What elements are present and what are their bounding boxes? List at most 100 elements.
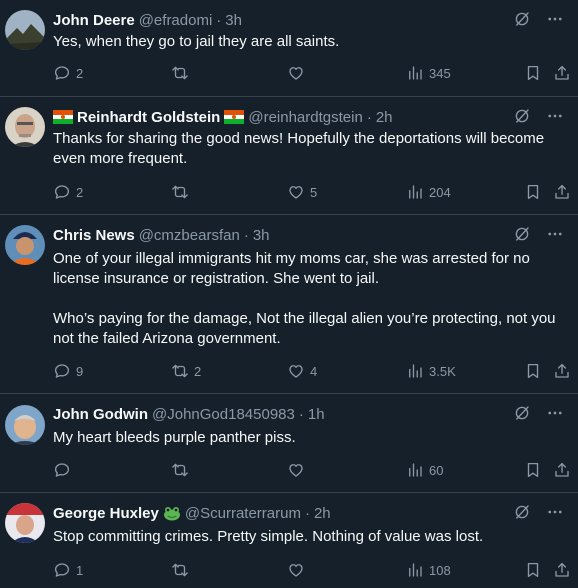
reply-count: 2 xyxy=(76,184,84,200)
like-button[interactable] xyxy=(287,63,310,83)
bookmark-icon xyxy=(527,562,539,578)
reply-icon xyxy=(54,66,70,80)
user-handle[interactable]: @efradomi xyxy=(139,12,213,29)
views-button[interactable]: 204 xyxy=(406,182,451,202)
timestamp[interactable]: 2h xyxy=(376,109,393,126)
user-handle[interactable]: @Scurraterrarum xyxy=(185,505,301,522)
user-handle[interactable]: @reinhardtgstein xyxy=(248,109,362,126)
more-icon[interactable] xyxy=(544,223,566,245)
grok-icon[interactable] xyxy=(511,501,533,523)
tweet-header: John Deere @efradomi · 3h xyxy=(53,10,242,30)
reply-button[interactable]: 1 xyxy=(53,560,83,580)
separator-dot: · xyxy=(304,504,310,522)
reply-button[interactable]: 2 xyxy=(53,182,83,202)
tweet-5[interactable]: George Huxley @Scurraterrarum · 2h Stop … xyxy=(0,493,578,588)
heart-icon xyxy=(289,186,303,199)
retweet-button[interactable] xyxy=(171,63,194,83)
user-handle[interactable]: @cmzbearsfan xyxy=(139,227,240,244)
share-button[interactable] xyxy=(553,63,571,83)
display-name[interactable]: John Godwin xyxy=(53,406,148,423)
bookmark-button[interactable] xyxy=(524,182,542,202)
views-icon xyxy=(409,463,422,477)
share-button[interactable] xyxy=(553,560,571,580)
grok-icon[interactable] xyxy=(511,223,533,245)
tweet-3[interactable]: Chris News @cmzbearsfan · 3h One of your… xyxy=(0,215,578,394)
user-handle[interactable]: @JohnGod18450983 xyxy=(152,406,295,423)
frog-icon xyxy=(163,505,181,521)
reply-icon xyxy=(54,563,70,577)
avatar[interactable] xyxy=(5,10,45,50)
display-name[interactable]: Reinhardt Goldstein xyxy=(77,109,220,126)
reply-button[interactable] xyxy=(53,460,76,480)
grok-icon[interactable] xyxy=(511,105,533,127)
reply-button[interactable]: 2 xyxy=(53,63,83,83)
views-icon xyxy=(409,563,422,577)
tweet-actions: 2 5 204 xyxy=(53,182,571,202)
bookmark-icon xyxy=(527,65,539,81)
bookmark-button[interactable] xyxy=(524,63,542,83)
tweet-text: One of your illegal immigrants hit my mo… xyxy=(53,250,556,347)
reply-button[interactable]: 9 xyxy=(53,361,83,381)
display-name[interactable]: John Deere xyxy=(53,12,135,29)
bookmark-button[interactable] xyxy=(524,361,542,381)
tweet-header: John Godwin @JohnGod18450983 · 1h xyxy=(53,404,325,424)
share-button[interactable] xyxy=(553,182,571,202)
avatar[interactable] xyxy=(5,225,45,265)
retweet-icon xyxy=(172,364,188,378)
more-icon[interactable] xyxy=(544,402,566,424)
avatar[interactable] xyxy=(5,405,45,445)
retweet-button[interactable] xyxy=(171,182,194,202)
views-button[interactable]: 60 xyxy=(406,460,443,480)
more-icon[interactable] xyxy=(544,501,566,523)
share-button[interactable] xyxy=(553,361,571,381)
retweet-button[interactable]: 2 xyxy=(171,361,201,381)
tweet-header: Chris News @cmzbearsfan · 3h xyxy=(53,225,270,245)
like-button[interactable]: 4 xyxy=(287,361,317,381)
views-button[interactable]: 3.5K xyxy=(406,361,456,381)
grok-icon[interactable] xyxy=(511,8,533,30)
reply-count: 1 xyxy=(76,562,84,578)
more-icon[interactable] xyxy=(544,105,566,127)
bookmark-icon xyxy=(527,363,539,379)
views-icon xyxy=(409,66,422,80)
retweet-icon xyxy=(172,66,188,80)
avatar[interactable] xyxy=(5,503,45,543)
like-button[interactable]: 5 xyxy=(287,182,317,202)
share-button[interactable] xyxy=(553,460,571,480)
separator-dot: · xyxy=(366,108,372,126)
views-icon xyxy=(409,185,422,199)
display-name[interactable]: Chris News xyxy=(53,227,135,244)
retweet-button[interactable] xyxy=(171,560,194,580)
retweet-icon xyxy=(172,463,188,477)
tweet-1[interactable]: John Deere @efradomi · 3h Yes, when they… xyxy=(0,0,578,97)
retweet-button[interactable] xyxy=(171,460,194,480)
views-count: 3.5K xyxy=(429,363,456,379)
avatar[interactable] xyxy=(5,107,45,147)
bookmark-icon xyxy=(527,462,539,478)
display-name[interactable]: George Huxley xyxy=(53,505,159,522)
timestamp[interactable]: 3h xyxy=(253,227,270,244)
separator-dot: · xyxy=(243,226,249,244)
timestamp[interactable]: 1h xyxy=(308,406,325,423)
reply-feed: John Deere @efradomi · 3h Yes, when they… xyxy=(0,0,578,588)
tweet-2[interactable]: Reinhardt Goldstein @reinhardtgstein · 2… xyxy=(0,97,578,215)
reply-icon xyxy=(54,463,70,477)
tweet-4[interactable]: John Godwin @JohnGod18450983 · 1h My hea… xyxy=(0,394,578,493)
bookmark-icon xyxy=(527,184,539,200)
timestamp[interactable]: 3h xyxy=(225,12,242,29)
share-icon xyxy=(555,65,569,80)
flag-icon xyxy=(53,110,73,124)
heart-icon xyxy=(289,464,303,477)
views-button[interactable]: 345 xyxy=(406,63,451,83)
bookmark-button[interactable] xyxy=(524,560,542,580)
views-button[interactable]: 108 xyxy=(406,560,451,580)
share-icon xyxy=(555,462,569,477)
bookmark-button[interactable] xyxy=(524,460,542,480)
timestamp[interactable]: 2h xyxy=(314,505,331,522)
like-button[interactable] xyxy=(287,560,310,580)
tweet-actions: 60 xyxy=(53,460,571,480)
like-button[interactable] xyxy=(287,460,310,480)
views-count: 108 xyxy=(429,562,451,578)
more-icon[interactable] xyxy=(544,8,566,30)
grok-icon[interactable] xyxy=(511,402,533,424)
